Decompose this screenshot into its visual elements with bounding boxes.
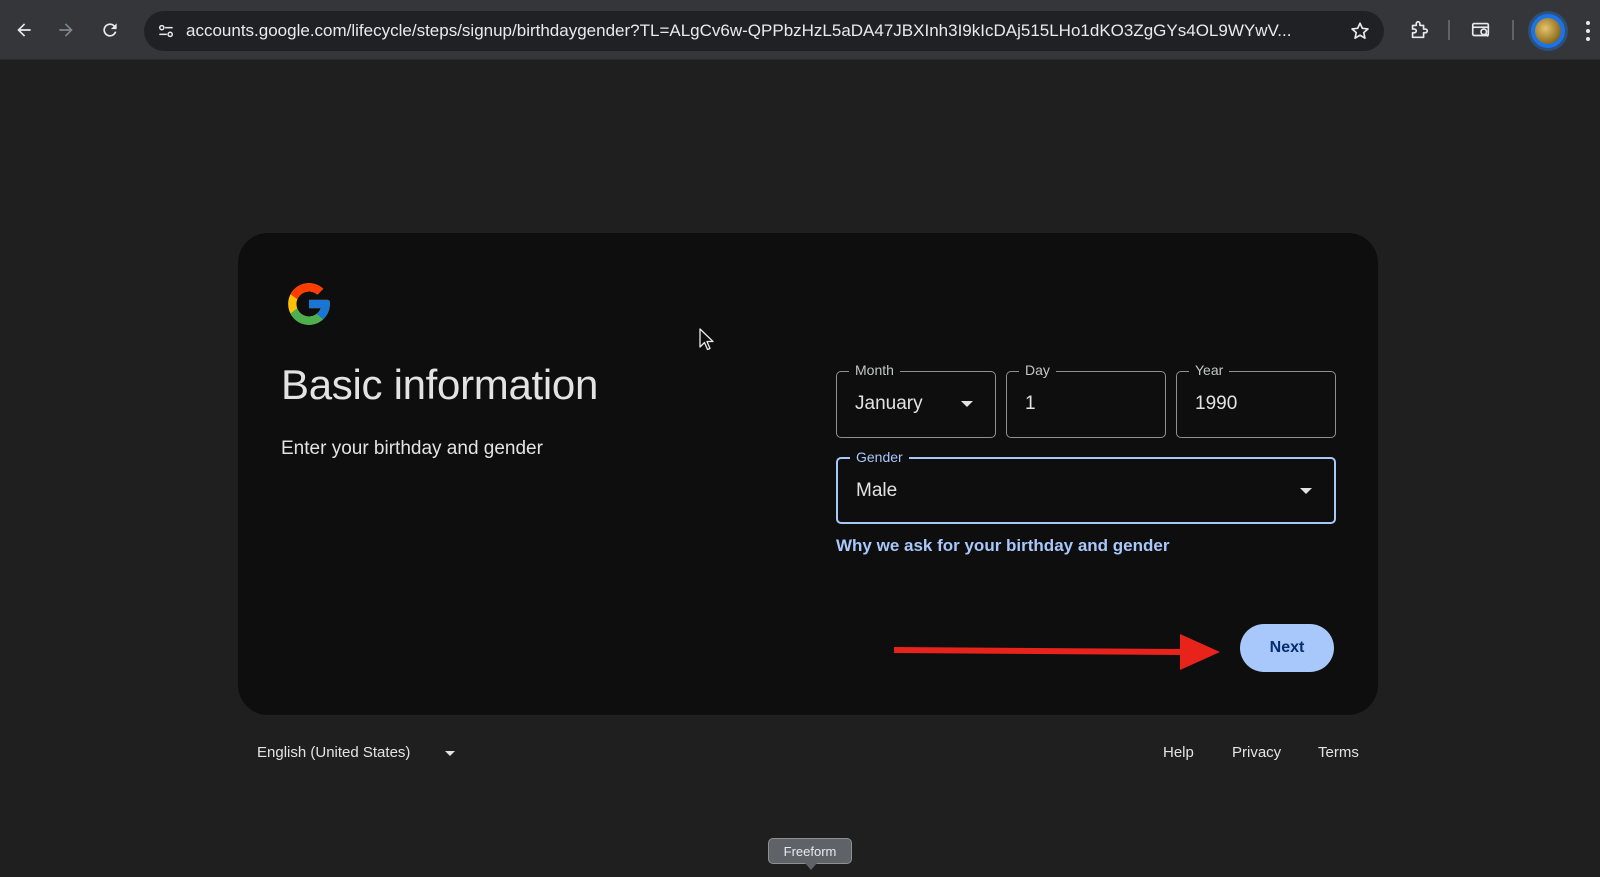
language-selector[interactable]: English (United States)	[257, 744, 410, 761]
star-icon[interactable]	[1348, 19, 1372, 43]
annotation-arrow-icon	[893, 634, 1220, 670]
year-value: 1990	[1195, 393, 1238, 414]
address-bar[interactable]: accounts.google.com/lifecycle/steps/sign…	[144, 11, 1384, 51]
help-link[interactable]: Help	[1163, 744, 1194, 761]
chevron-down-icon	[961, 401, 973, 407]
page-title: Basic information	[281, 361, 599, 408]
next-button[interactable]: Next	[1240, 624, 1334, 672]
extensions-icon[interactable]	[1404, 15, 1434, 45]
month-select[interactable]: Month January	[836, 362, 996, 438]
day-value: 1	[1025, 393, 1036, 414]
more-menu-icon[interactable]	[1582, 18, 1594, 44]
url-text: accounts.google.com/lifecycle/steps/sign…	[186, 21, 1292, 40]
day-input[interactable]: Day 1	[1006, 362, 1166, 438]
forward-arrow-icon	[59, 23, 73, 37]
year-label: Year	[1189, 362, 1230, 378]
gender-select[interactable]: Gender Male	[836, 449, 1336, 524]
browser-toolbar: accounts.google.com/lifecycle/steps/sign…	[0, 0, 1600, 60]
month-label: Month	[849, 362, 900, 378]
gender-value: Male	[856, 480, 898, 501]
day-label: Day	[1019, 362, 1056, 378]
reload-button[interactable]	[94, 14, 126, 46]
toolbar-divider	[1448, 20, 1450, 40]
year-input[interactable]: Year 1990	[1176, 362, 1336, 438]
google-logo-icon	[288, 283, 330, 325]
mouse-cursor-icon	[699, 328, 714, 351]
gender-label: Gender	[850, 449, 909, 465]
toolbar-divider	[1512, 20, 1514, 40]
privacy-link[interactable]: Privacy	[1232, 744, 1281, 761]
site-settings-icon[interactable]	[152, 17, 180, 45]
dock-tooltip: Freeform	[768, 838, 852, 870]
month-value: January	[855, 393, 923, 414]
terms-link[interactable]: Terms	[1318, 744, 1359, 761]
chevron-down-icon	[1300, 488, 1312, 494]
page-subtitle: Enter your birthday and gender	[281, 438, 543, 459]
profile-avatar[interactable]	[1528, 11, 1568, 51]
reload-icon	[103, 23, 117, 37]
back-arrow-icon	[17, 23, 31, 37]
back-button[interactable]	[8, 14, 40, 46]
forward-button[interactable]	[50, 14, 82, 46]
tab-search-icon[interactable]	[1466, 15, 1496, 45]
chevron-down-icon[interactable]	[445, 751, 455, 756]
why-we-ask-link[interactable]: Why we ask for your birthday and gender	[836, 536, 1169, 556]
